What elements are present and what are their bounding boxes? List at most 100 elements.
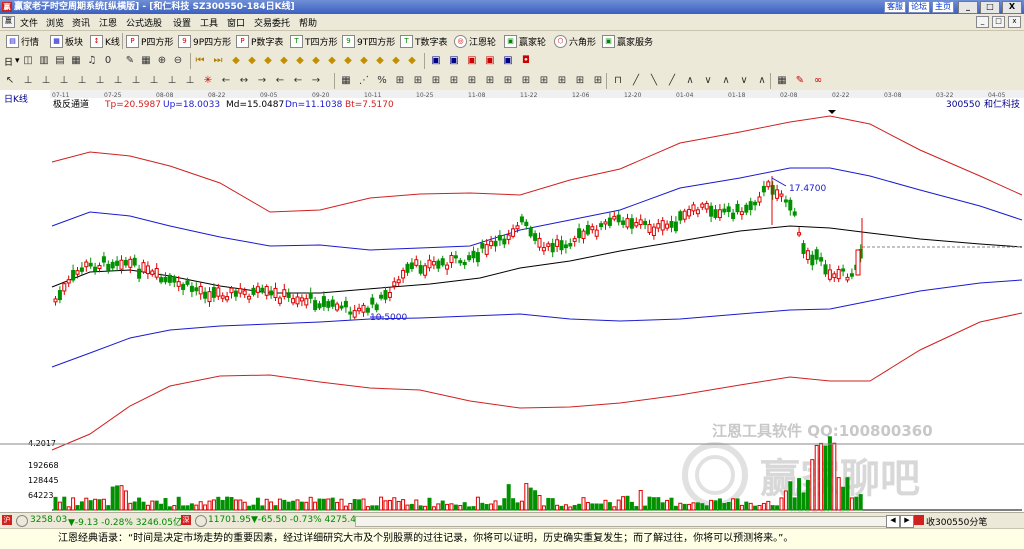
sh-index-value[interactable]: 3258.03 [30, 515, 67, 525]
line-icon[interactable]: ╱ [666, 75, 678, 87]
vline-icon[interactable]: ⊥ [58, 75, 70, 87]
vline-icon[interactable]: ⊥ [148, 75, 160, 87]
zero-icon[interactable]: 0 [102, 55, 114, 67]
doc-restore-button[interactable]: □ [992, 16, 1005, 28]
menu-tools[interactable]: 工具 [200, 16, 218, 29]
tool-icon[interactable]: ⊞ [448, 75, 460, 87]
edit-icon[interactable]: ✎ [124, 55, 136, 67]
vline-icon[interactable]: ⊥ [76, 75, 88, 87]
p-square-button[interactable]: P P四方形 [126, 34, 173, 48]
scroll-left-button[interactable]: ◀ [886, 515, 900, 528]
car-icon[interactable]: ◘ [520, 55, 532, 67]
window-icon[interactable]: ▣ [484, 55, 496, 67]
grid-icon[interactable]: ▦ [776, 75, 788, 87]
sector-button[interactable]: ▦ 板块 [50, 34, 83, 48]
vline-icon[interactable]: ⊥ [40, 75, 52, 87]
sh-index-change[interactable]: ▼-9.13 -0.28% 3246.05亿 [68, 515, 182, 528]
tool-icon[interactable]: ⊞ [502, 75, 514, 87]
gann-wheel-button[interactable]: ◎ 江恩轮 [454, 34, 496, 48]
wave-icon[interactable]: ∨ [702, 75, 714, 87]
menu-help[interactable]: 帮助 [299, 16, 317, 29]
vline-icon[interactable]: ⊥ [94, 75, 106, 87]
tool-icon[interactable]: ⊞ [430, 75, 442, 87]
diamond-icon[interactable]: ◆ [310, 55, 322, 67]
window-icon[interactable]: ▣ [448, 55, 460, 67]
last-icon[interactable]: ⏭ [212, 55, 224, 67]
diamond-icon[interactable]: ◆ [406, 55, 418, 67]
tool-icon[interactable]: ⊞ [556, 75, 568, 87]
diamond-icon[interactable]: ◆ [230, 55, 242, 67]
9t-square-button[interactable]: 9 9T四方形 [342, 34, 395, 48]
first-icon[interactable]: ⏮ [194, 55, 206, 67]
doc-close-button[interactable]: x [1008, 16, 1021, 28]
wave-icon[interactable]: ∧ [720, 75, 732, 87]
tool-icon[interactable]: ⊞ [466, 75, 478, 87]
diamond-icon[interactable]: ◆ [278, 55, 290, 67]
cursor-icon[interactable]: ↖ [4, 75, 16, 87]
vline-icon[interactable]: ⊥ [166, 75, 178, 87]
maximize-button[interactable]: □ [980, 1, 1000, 14]
scroll-right-button[interactable]: ▶ [900, 515, 914, 528]
gann-fan-icon[interactable]: ✳ [202, 75, 214, 87]
tool-icon[interactable]: ⊞ [592, 75, 604, 87]
period-selector[interactable]: 日 ▾ [4, 54, 20, 68]
tool-icon[interactable]: ⊞ [520, 75, 532, 87]
tool-icon[interactable]: ⊞ [538, 75, 550, 87]
fan-icon[interactable]: ⋰ [358, 75, 370, 87]
vline-icon[interactable]: ⊥ [112, 75, 124, 87]
menu-gann[interactable]: 江恩 [99, 16, 117, 29]
channel-icon[interactable]: ⊓ [612, 75, 624, 87]
menu-file[interactable]: 文件 [20, 16, 38, 29]
sz-index-value[interactable]: 11701.95 [208, 515, 251, 525]
menu-trade[interactable]: 交易委托 [254, 16, 290, 29]
loop-icon[interactable]: ∞ [812, 75, 824, 87]
diamond-icon[interactable]: ◆ [358, 55, 370, 67]
horizontal-scrollbar[interactable] [355, 516, 887, 527]
indicator-icon[interactable]: ◫ [22, 55, 34, 67]
chart-area[interactable]: 07-11 07-25 08-08 08-22 09-05 09-20 10-11 10-25… [0, 90, 1024, 515]
wave-icon[interactable]: ∧ [684, 75, 696, 87]
diamond-icon[interactable]: ◆ [342, 55, 354, 67]
quotes-button[interactable]: ▤ 行情 [6, 34, 39, 48]
hexagon-button[interactable]: ⬡ 六角形 [554, 34, 596, 48]
tick-detail-label[interactable]: 收300550分笔 [926, 515, 987, 528]
window-icon[interactable]: ▣ [502, 55, 514, 67]
diamond-icon[interactable]: ◆ [294, 55, 306, 67]
arrow-icon[interactable]: ← [292, 75, 304, 87]
bar-icon[interactable]: ▥ [38, 55, 50, 67]
tool-icon[interactable]: ⊞ [484, 75, 496, 87]
grid-icon[interactable]: ▦ [140, 55, 152, 67]
arrow-icon[interactable]: → [310, 75, 322, 87]
menu-browse[interactable]: 浏览 [46, 16, 64, 29]
diamond-icon[interactable]: ◆ [374, 55, 386, 67]
menu-formula[interactable]: 公式选股 [126, 16, 162, 29]
table-icon[interactable]: ▦ [340, 75, 352, 87]
percent-icon[interactable]: % [376, 75, 388, 87]
wave-icon[interactable]: ∨ [738, 75, 750, 87]
t-square-button[interactable]: T T四方形 [290, 34, 338, 48]
link-service[interactable]: 客服 [884, 1, 906, 13]
link-home[interactable]: 主页 [932, 1, 954, 13]
close-button[interactable]: X [1002, 1, 1022, 14]
arrow-icon[interactable]: ← [274, 75, 286, 87]
pen-icon[interactable]: ✎ [794, 75, 806, 87]
line-icon[interactable]: ╱ [630, 75, 642, 87]
diamond-icon[interactable]: ◆ [246, 55, 258, 67]
zoom-in-icon[interactable]: ⊕ [156, 55, 168, 67]
window-icon[interactable]: ▣ [430, 55, 442, 67]
vline-icon[interactable]: ⊥ [184, 75, 196, 87]
kline-icon[interactable]: ▤ [54, 55, 66, 67]
menu-settings[interactable]: 设置 [173, 16, 191, 29]
sound-icon[interactable]: ♫ [86, 55, 98, 67]
line-icon[interactable]: ╲ [648, 75, 660, 87]
f10-icon[interactable]: ▦ [70, 55, 82, 67]
diamond-icon[interactable]: ◆ [390, 55, 402, 67]
minimize-button[interactable]: _ [958, 1, 978, 14]
link-forum[interactable]: 论坛 [908, 1, 930, 13]
winner-service-button[interactable]: ▣ 赢家服务 [602, 34, 653, 48]
vline-icon[interactable]: ⊥ [22, 75, 34, 87]
arrow-icon[interactable]: → [256, 75, 268, 87]
arrow-icon[interactable]: ↔ [238, 75, 250, 87]
tool-icon[interactable]: ⊞ [394, 75, 406, 87]
doc-minimize-button[interactable]: _ [976, 16, 989, 28]
